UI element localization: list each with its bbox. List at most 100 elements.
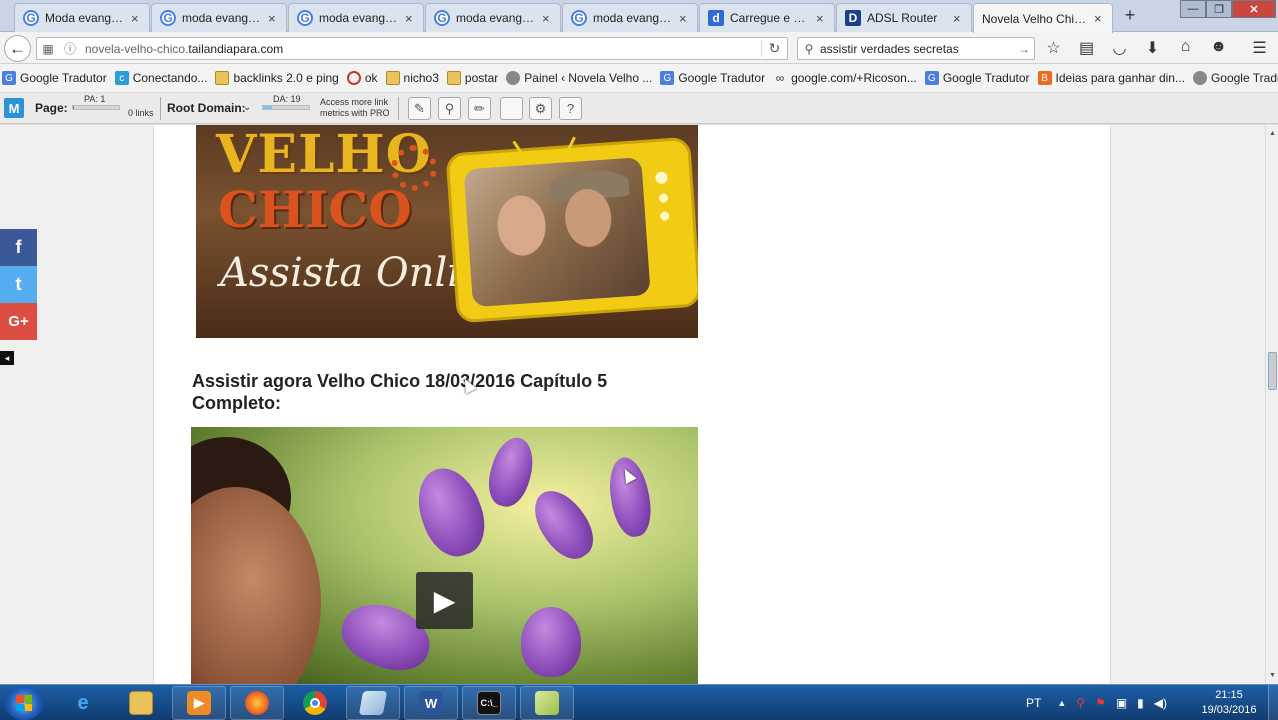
scroll-down-icon[interactable]: ▼ (1266, 669, 1278, 682)
moz-logo[interactable]: M (4, 98, 24, 118)
close-icon[interactable]: × (542, 11, 552, 26)
highlighter-icon[interactable]: ✏ (468, 97, 491, 120)
vertical-scrollbar[interactable]: ▲ ▼ (1265, 125, 1278, 684)
taskbar-app-glass[interactable] (346, 686, 400, 720)
pin-icon[interactable]: ⚲ (1076, 696, 1085, 710)
search-bar[interactable]: ⚲ assistir verdades secretas → (797, 37, 1035, 60)
bookmark-conectando[interactable]: c Conectando... (114, 71, 207, 85)
action-center-icon[interactable]: ⚑ (1095, 696, 1106, 710)
pocket-icon[interactable]: ◡ (1110, 38, 1129, 58)
bookmark-postar[interactable]: postar (446, 71, 498, 85)
magnifier-icon[interactable]: ⚲ (438, 97, 461, 120)
volume-icon[interactable]: ◀) (1154, 696, 1167, 710)
maximize-button[interactable]: ❐ (1206, 0, 1232, 18)
video-player[interactable]: ▶ (191, 427, 698, 684)
tab-moda-evangelica-4[interactable]: G moda evangéli... × (425, 3, 561, 32)
taskbar-chrome[interactable] (288, 686, 342, 720)
bookmark-google-tradutor-3[interactable]: G Google Tradutor (924, 71, 1030, 85)
clock[interactable]: 21:15 19/03/2016 (1196, 688, 1262, 718)
gear-icon[interactable]: ⚙ (529, 97, 552, 120)
tab-moda-evangelica-1[interactable]: G Moda evangéli... × (14, 3, 150, 32)
taskbar-word[interactable]: W (404, 686, 458, 720)
network-icon[interactable]: ▮ (1137, 696, 1144, 710)
tab-adsl-router[interactable]: D ADSL Router × (836, 3, 972, 32)
wrench-icon[interactable]: ✎ (408, 97, 431, 120)
bookmark-label: Google Tradutor (20, 71, 107, 85)
close-icon[interactable]: × (816, 11, 826, 26)
taskbar-internet-explorer[interactable]: e (56, 686, 110, 720)
globe-icon (1192, 71, 1207, 85)
search-input[interactable]: assistir verdades secretas (820, 42, 1018, 56)
help-icon[interactable]: ? (559, 97, 582, 120)
show-desktop-button[interactable] (1268, 685, 1278, 720)
back-button[interactable]: ← (4, 35, 31, 62)
reload-icon[interactable]: ↻ (761, 40, 787, 57)
start-button[interactable] (4, 686, 44, 720)
address-bar[interactable]: ▦ ⓘ novela-velho-chico.tailandiapara.com… (36, 37, 788, 60)
tab-moda-evangelica-3[interactable]: G moda evangéli... × (288, 3, 424, 32)
taskbar-command-prompt[interactable]: C:\_ (462, 686, 516, 720)
reading-list-icon[interactable]: ▤ (1077, 38, 1096, 58)
banner-title-chico: CHICO (218, 180, 412, 239)
close-icon[interactable]: × (679, 11, 689, 26)
pro-promo-line2[interactable]: metrics with PRO (320, 108, 390, 118)
velho-chico-banner[interactable]: VELHO CHICO Assista Online (196, 125, 698, 338)
google-icon: G (297, 10, 313, 26)
share-collapse-icon[interactable]: ◂ (0, 351, 14, 365)
scroll-up-icon[interactable]: ▲ (1266, 127, 1278, 140)
grid-icon[interactable]: ▦ (37, 42, 59, 56)
scrollbar-thumb[interactable] (1268, 352, 1277, 390)
window-app-icon (358, 691, 388, 715)
bookmark-google-tradutor[interactable]: G Google Tradutor (2, 71, 107, 85)
tab-carregue[interactable]: d Carregue e co... × (699, 3, 835, 32)
links-count: 0 links (128, 108, 154, 118)
close-icon[interactable]: × (405, 11, 415, 26)
home-icon[interactable]: ⌂ (1176, 38, 1195, 58)
close-icon[interactable]: × (1094, 11, 1104, 26)
close-icon[interactable]: × (953, 11, 963, 26)
clipboard-icon[interactable]: ▣ (1116, 696, 1127, 710)
star-icon[interactable]: ☆ (1044, 38, 1063, 58)
bookmark-ideias[interactable]: B Ideias para ganhar din... (1037, 71, 1185, 85)
language-indicator[interactable]: PT (1026, 696, 1041, 710)
tab-moda-evangelica-2[interactable]: G moda evangéli... × (151, 3, 287, 32)
close-window-button[interactable]: ✕ (1232, 0, 1276, 18)
bookmark-ok[interactable]: ok (346, 71, 378, 85)
actress-photo (495, 194, 548, 258)
info-icon[interactable]: ⓘ (59, 40, 81, 57)
taskbar-firefox[interactable] (230, 686, 284, 720)
page-viewport[interactable]: VELHO CHICO Assista Online Assistir agor… (0, 125, 1265, 684)
pro-promo-line1[interactable]: Access more link (320, 97, 388, 107)
bookmark-google-tradutor-4[interactable]: Google Tradutor (1192, 71, 1278, 85)
chat-icon[interactable]: ☻ (1209, 38, 1228, 58)
windows-logo-icon (16, 695, 32, 711)
chevron-down-icon[interactable]: ⌄ (243, 102, 251, 113)
bookmark-painel[interactable]: Painel ‹ Novela Velho ... (506, 71, 652, 85)
minimize-button[interactable]: — (1180, 0, 1206, 18)
bookmark-backlinks[interactable]: backlinks 2.0 e ping (215, 71, 339, 85)
tray-expand-icon[interactable]: ▲ (1057, 698, 1066, 708)
share-googleplus-button[interactable]: G+ (0, 303, 37, 340)
taskbar-media-player[interactable]: ▶ (172, 686, 226, 720)
tab-label: Carregue e co... (730, 11, 810, 25)
bookmark-google-plus-ricoson[interactable]: ∞ google.com/+Ricoson... (773, 71, 917, 85)
blank-tool-icon[interactable] (500, 97, 523, 120)
close-icon[interactable]: × (268, 11, 278, 26)
new-tab-button[interactable]: + (1120, 5, 1140, 26)
bookmark-google-tradutor-2[interactable]: G Google Tradutor (660, 71, 765, 85)
arrow-right-icon[interactable]: → (1018, 42, 1034, 56)
close-icon[interactable]: × (131, 11, 141, 26)
clock-date: 19/03/2016 (1201, 704, 1257, 716)
play-button[interactable]: ▶ (416, 572, 473, 629)
url-text[interactable]: novela-velho-chico.tailandiapara.com (81, 42, 761, 56)
tab-moda-evangelica-5[interactable]: G moda evangéli... × (562, 3, 698, 32)
download-icon[interactable]: ⬇ (1143, 38, 1162, 58)
page-authority-bar (72, 105, 120, 110)
taskbar-file-explorer[interactable] (114, 686, 168, 720)
share-facebook-button[interactable]: f (0, 229, 37, 266)
tab-novela-velho-chico[interactable]: Novela Velho Chic... × (973, 3, 1113, 33)
taskbar-notes-app[interactable] (520, 686, 574, 720)
menu-icon[interactable]: ☰ (1250, 38, 1269, 58)
bookmark-nicho3[interactable]: nicho3 (385, 71, 439, 85)
share-twitter-button[interactable]: t (0, 266, 37, 303)
